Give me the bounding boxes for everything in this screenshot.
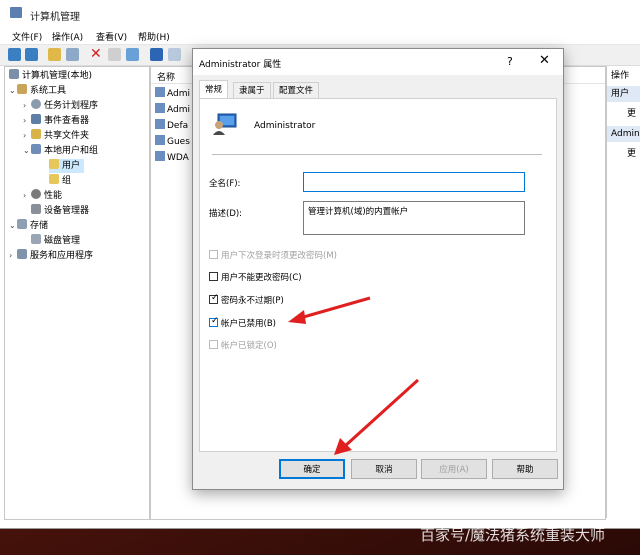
annotation-arrows (288, 296, 420, 455)
arrowhead-icon (288, 310, 306, 324)
arrow-to-ok-button (343, 378, 420, 448)
watermark-text: 百家号/魔法猪系统重装大师 (420, 526, 606, 544)
arrow-to-disabled-checkbox (299, 296, 371, 320)
